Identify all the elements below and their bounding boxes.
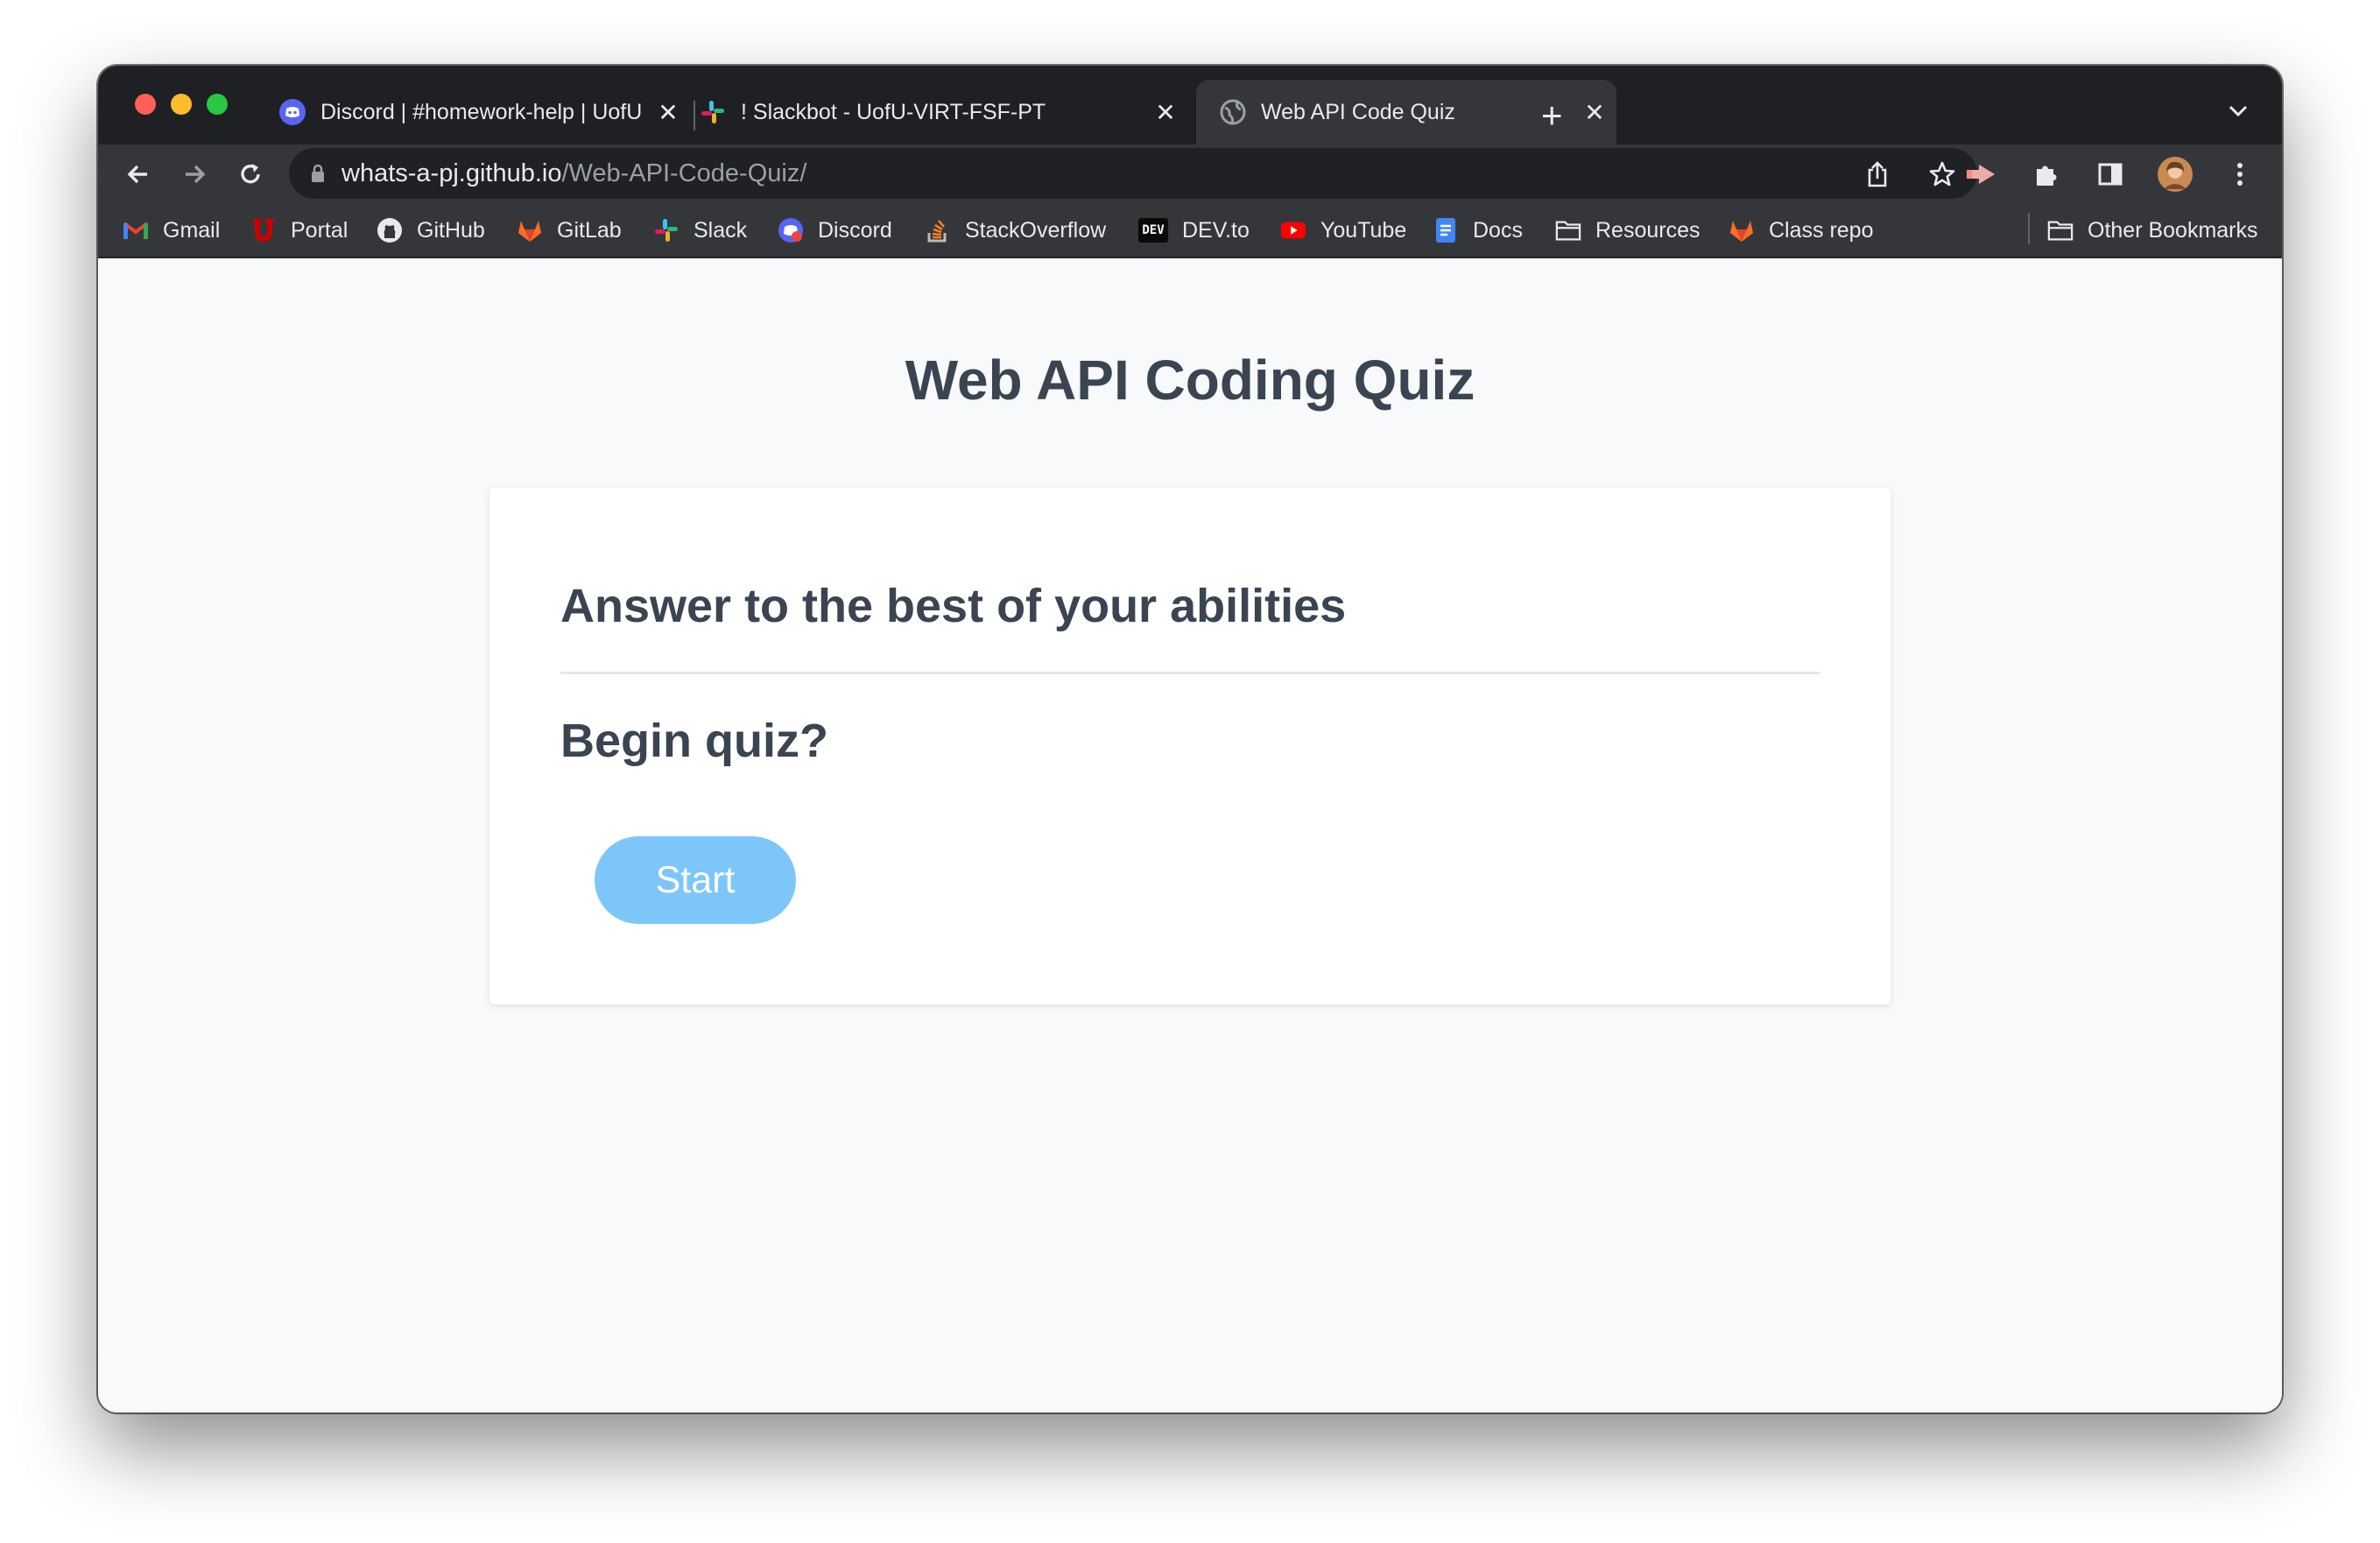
reload-icon[interactable] xyxy=(231,155,270,194)
gitlab-icon xyxy=(517,217,543,243)
maximize-window-button[interactable] xyxy=(207,94,228,115)
tab-divider xyxy=(694,101,695,130)
extensions-puzzle-icon[interactable] xyxy=(2026,155,2065,194)
browser-window: Discord | #homework-help | UofU ✕ ! Slac… xyxy=(98,66,2282,1413)
url-host: whats-a-pj.github.io xyxy=(342,159,562,187)
bookmark-label: Class repo xyxy=(1769,217,1874,243)
tab-title: Web API Code Quiz xyxy=(1261,99,1455,124)
toolbar-actions xyxy=(1961,155,2259,194)
quiz-card: Answer to the best of your abilities Beg… xyxy=(489,488,1891,1004)
youtube-icon xyxy=(1280,217,1306,243)
tab-discord[interactable]: Discord | #homework-help | UofU ✕ xyxy=(278,80,681,144)
bookmark-label: Other Bookmarks xyxy=(2088,217,2258,243)
gitlab-icon xyxy=(1729,217,1755,243)
bookmark-label: GitLab xyxy=(557,217,622,243)
tab-title: ! Slackbot - UofU-VIRT-FSF-PT xyxy=(741,99,1046,124)
page-title: Web API Coding Quiz xyxy=(905,349,1475,412)
bookmark-label: Discord xyxy=(818,217,892,243)
folder-icon xyxy=(2047,217,2074,243)
bookmark-other-bookmarks[interactable]: Other Bookmarks xyxy=(2047,213,2258,248)
bookmark-discord[interactable]: Discord xyxy=(778,213,892,248)
bookmark-stackoverflow[interactable]: StackOverflow xyxy=(925,213,1106,248)
start-button[interactable]: Start xyxy=(595,836,796,924)
quiz-prompt: Begin quiz? xyxy=(560,715,828,767)
page-content: Web API Coding Quiz Answer to the best o… xyxy=(98,258,2282,1413)
close-tab-icon[interactable]: ✕ xyxy=(1152,99,1179,126)
bookmark-gmail[interactable]: Gmail xyxy=(123,213,220,248)
portal-icon xyxy=(250,217,277,243)
slack-icon xyxy=(699,98,727,126)
folder-icon xyxy=(1555,217,1581,243)
slack-icon xyxy=(653,217,679,243)
share-icon[interactable] xyxy=(1858,155,1897,194)
bookmark-label: StackOverflow xyxy=(965,217,1107,243)
bookmark-devto[interactable]: DEV DEV.to xyxy=(1138,213,1250,248)
bookmark-label: Resources xyxy=(1595,217,1701,243)
profile-avatar[interactable] xyxy=(2156,155,2194,194)
bookmarks-divider xyxy=(2028,213,2030,244)
side-panel-icon[interactable] xyxy=(2091,155,2130,194)
discord-icon xyxy=(278,98,306,126)
minimize-window-button[interactable] xyxy=(171,94,192,115)
stackoverflow-icon xyxy=(925,217,951,243)
extension-arrow-icon[interactable] xyxy=(1961,155,2000,194)
bookmark-github[interactable]: GitHub xyxy=(377,213,485,248)
address-bar-actions xyxy=(1858,155,1961,194)
globe-icon xyxy=(1219,98,1247,126)
back-arrow-icon[interactable] xyxy=(119,155,158,194)
bookmark-star-icon[interactable] xyxy=(1923,155,1961,194)
card-heading: Answer to the best of your abilities xyxy=(560,580,1347,632)
new-tab-button[interactable]: + xyxy=(1541,97,1563,134)
browser-toolbar: whats-a-pj.github.io/Web-API-Code-Quiz/ xyxy=(98,144,2282,202)
devto-icon: DEV xyxy=(1138,218,1168,243)
bookmark-label: DEV.to xyxy=(1182,217,1250,243)
close-window-button[interactable] xyxy=(135,94,156,115)
bookmark-gitlab[interactable]: GitLab xyxy=(517,213,622,248)
tab-search-chevron-icon[interactable] xyxy=(2228,104,2249,123)
bookmark-youtube[interactable]: YouTube xyxy=(1280,213,1406,248)
bookmark-label: YouTube xyxy=(1320,217,1407,243)
bookmark-class-repo[interactable]: Class repo xyxy=(1729,213,1874,248)
card-divider xyxy=(560,672,1820,674)
bookmark-label: Portal xyxy=(291,217,349,243)
close-tab-icon[interactable]: ✕ xyxy=(655,99,681,126)
bookmark-label: Gmail xyxy=(163,217,221,243)
lock-icon[interactable] xyxy=(310,163,326,184)
url-path: /Web-API-Code-Quiz/ xyxy=(561,159,807,187)
github-icon xyxy=(377,217,403,243)
forward-arrow-icon[interactable] xyxy=(175,155,214,194)
gmail-icon xyxy=(123,217,149,243)
tab-slackbot[interactable]: ! Slackbot - UofU-VIRT-FSF-PT ✕ xyxy=(699,80,1179,144)
tab-strip: Discord | #homework-help | UofU ✕ ! Slac… xyxy=(98,66,2282,144)
bookmark-slack[interactable]: Slack xyxy=(653,213,747,248)
bookmark-label: GitHub xyxy=(417,217,485,243)
discord-icon xyxy=(778,217,804,243)
more-menu-icon[interactable] xyxy=(2221,155,2259,194)
window-controls xyxy=(135,94,228,115)
bookmark-label: Docs xyxy=(1473,217,1523,243)
tab-title: Discord | #homework-help | UofU xyxy=(320,99,643,124)
address-bar[interactable]: whats-a-pj.github.io/Web-API-Code-Quiz/ xyxy=(289,148,1977,199)
docs-icon xyxy=(1433,217,1459,243)
bookmark-docs[interactable]: Docs xyxy=(1433,213,1523,248)
devto-badge-text: DEV xyxy=(1142,223,1165,237)
bookmark-label: Slack xyxy=(694,217,748,243)
close-tab-icon[interactable]: ✕ xyxy=(1581,99,1608,126)
bookmarks-bar: Gmail Portal GitHub GitLab Slack Discord… xyxy=(98,202,2282,258)
bookmark-resources[interactable]: Resources xyxy=(1555,213,1701,248)
bookmark-portal[interactable]: Portal xyxy=(250,213,348,248)
